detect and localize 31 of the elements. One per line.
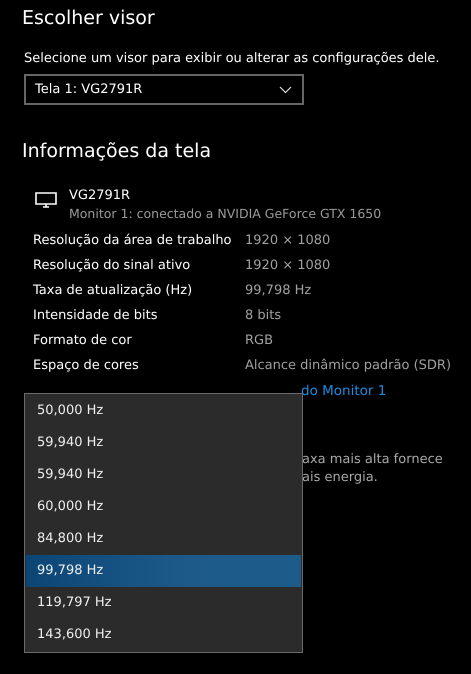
menu-item[interactable]: 119,797 Hz (26, 587, 301, 619)
display-dropdown[interactable]: Tela 1: VG2791R (24, 74, 304, 105)
menu-item[interactable]: 143,600 Hz (26, 619, 301, 651)
menu-item[interactable]: 59,940 Hz (26, 427, 301, 459)
section-title: Informações da tela (22, 140, 212, 162)
info-value: RGB (245, 332, 274, 350)
menu-item[interactable]: 59,940 Hz (26, 459, 301, 491)
note-text: axa mais alta fornece (302, 451, 444, 469)
info-label: Resolução da área de trabalho (33, 232, 233, 250)
info-value: 8 bits (245, 307, 282, 325)
chevron-down-icon (279, 86, 292, 94)
settings-link[interactable]: do Monitor 1 (301, 383, 471, 399)
menu-item[interactable]: 60,000 Hz (26, 491, 301, 523)
menu-item[interactable]: 84,800 Hz (26, 523, 301, 555)
menu-item[interactable]: 50,000 Hz (26, 395, 301, 427)
info-label: Espaço de cores (33, 357, 140, 375)
info-label: Intensidade de bits (33, 307, 159, 325)
menu-item[interactable]: 99,798 Hz (26, 555, 301, 587)
info-value: 1920 × 1080 (245, 257, 332, 275)
section-title: Escolher visor (22, 7, 155, 29)
monitor-name: VG2791R (69, 188, 132, 203)
monitor-icon (35, 192, 57, 208)
monitor-description: Monitor 1: conectado a NVIDIA GeForce GTX 1650 (69, 206, 382, 221)
info-label: Resolução do sinal ativo (33, 257, 192, 275)
info-label: Formato de cor (33, 332, 133, 350)
info-value: 1920 × 1080 (245, 232, 332, 250)
instruction-text: Selecione um visor para exibir ou alterar as configurações dele. (24, 51, 440, 66)
info-label: Taxa de atualização (Hz) (33, 282, 194, 300)
info-value: 99,798 Hz (245, 282, 312, 300)
info-value: Alcance dinâmico padrão (SDR) (245, 357, 452, 375)
note-text: ais energia. (302, 469, 379, 487)
